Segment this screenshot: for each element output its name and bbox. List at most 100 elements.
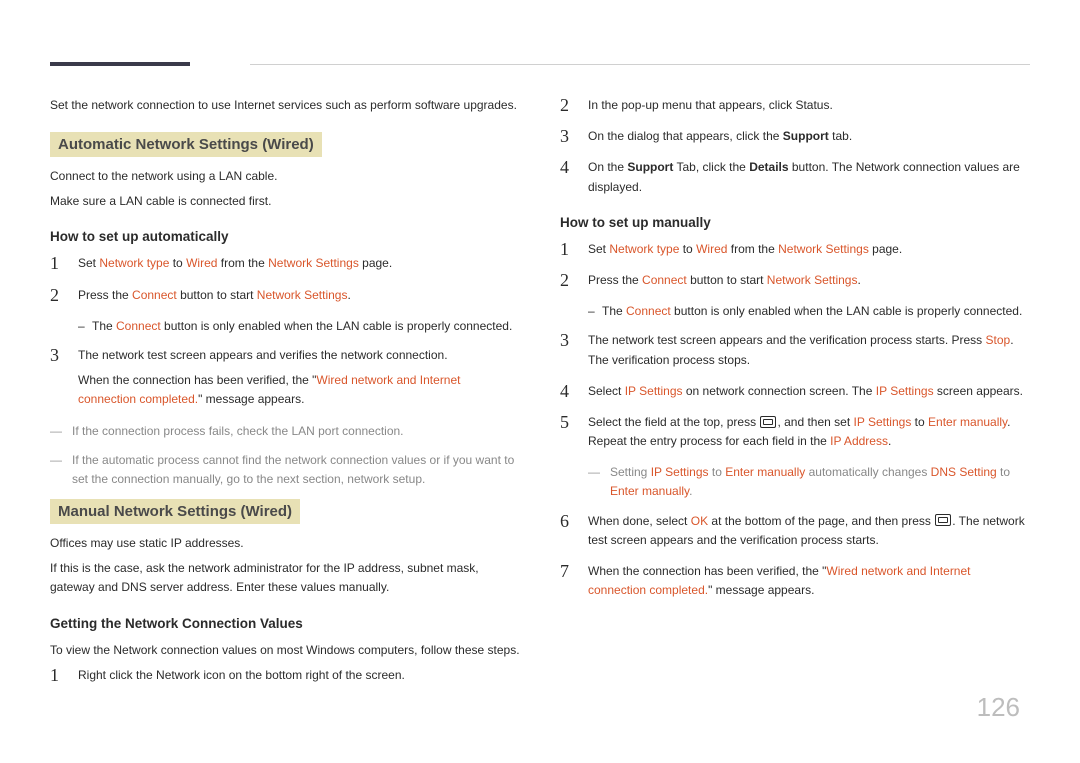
t: Press the: [78, 288, 132, 302]
t: The: [602, 304, 626, 318]
step-body: Set Network type to Wired from the Netwo…: [78, 254, 520, 273]
step-body: The network test screen appears and the …: [588, 331, 1030, 369]
t: to: [911, 415, 928, 429]
step-number: 7: [560, 562, 574, 580]
hl-ip-settings: IP Settings: [625, 384, 683, 398]
t: The network test screen appears and the …: [588, 333, 986, 347]
manual-step-1: 1 Set Network type to Wired from the Net…: [560, 240, 1030, 259]
get-values-intro: To view the Network connection values on…: [50, 641, 520, 660]
hl-network-type: Network type: [99, 256, 169, 270]
subhead-manual-setup: How to set up manually: [560, 215, 1030, 230]
manual-step-5: 5 Select the field at the top, press , a…: [560, 413, 1030, 451]
step-body: When the connection has been verified, t…: [588, 562, 1030, 600]
step-number: 3: [50, 346, 64, 364]
t: When the connection has been verified, t…: [78, 373, 316, 387]
t: , and then set: [777, 415, 853, 429]
hl-network-type: Network type: [609, 242, 679, 256]
bold-support: Support: [783, 129, 829, 143]
bold-support: Support: [627, 160, 673, 174]
manual-step-2-note: The Connect button is only enabled when …: [588, 302, 1030, 321]
left-column: Set the network connection to use Intern…: [50, 96, 520, 697]
t: " message appears.: [198, 392, 304, 406]
hl-ip-settings: IP Settings: [651, 465, 709, 479]
hl-enter-manually: Enter manually: [610, 484, 689, 498]
hl-wired: Wired: [186, 256, 217, 270]
hl-enter-manually: Enter manually: [928, 415, 1007, 429]
step-number: 4: [560, 158, 574, 176]
hl-dns-setting: DNS Setting: [931, 465, 997, 479]
manual-step-3: 3 The network test screen appears and th…: [560, 331, 1030, 369]
step-body: In the pop-up menu that appears, click S…: [588, 96, 1030, 115]
t: .: [347, 288, 350, 302]
t: button to start: [687, 273, 767, 287]
t: .: [689, 484, 692, 498]
right-column: 2 In the pop-up menu that appears, click…: [560, 96, 1030, 697]
hl-connect: Connect: [116, 319, 161, 333]
hl-ip-settings: IP Settings: [854, 415, 912, 429]
content-columns: Set the network connection to use Intern…: [50, 96, 1030, 697]
manual-p1: Offices may use static IP addresses.: [50, 534, 520, 553]
step-number: 2: [50, 286, 64, 304]
bold-details: Details: [749, 160, 788, 174]
step-body: Select the field at the top, press , and…: [588, 413, 1030, 451]
t: Set: [588, 242, 609, 256]
t: to: [169, 256, 186, 270]
t: from the: [727, 242, 778, 256]
hl-network-settings: Network Settings: [767, 273, 858, 287]
enter-button-icon: [935, 514, 951, 526]
t: button is only enabled when the LAN cabl…: [671, 304, 1023, 318]
t: Set: [78, 256, 99, 270]
t: button is only enabled when the LAN cabl…: [161, 319, 513, 333]
t: The network test screen appears and veri…: [78, 346, 520, 365]
auto-step-1: 1 Set Network type to Wired from the Net…: [50, 254, 520, 273]
step-number: 3: [560, 331, 574, 349]
hl-ok: OK: [691, 514, 708, 528]
auto-step-2: 2 Press the Connect button to start Netw…: [50, 286, 520, 305]
step-body: On the Support Tab, click the Details bu…: [588, 158, 1030, 196]
step-number: 4: [560, 382, 574, 400]
step-number: 3: [560, 127, 574, 145]
t: at the bottom of the page, and then pres…: [708, 514, 934, 528]
t: to: [679, 242, 696, 256]
t: When the connection has been verified, t…: [588, 564, 826, 578]
intro-text: Set the network connection to use Intern…: [50, 96, 520, 114]
hl-connect: Connect: [626, 304, 671, 318]
t: .: [888, 434, 891, 448]
heading-manual-network: Manual Network Settings (Wired): [50, 499, 300, 524]
step-number: 1: [560, 240, 574, 258]
step-body: Select IP Settings on network connection…: [588, 382, 1030, 401]
step-body: The network test screen appears and veri…: [78, 346, 520, 410]
hl-network-settings: Network Settings: [268, 256, 359, 270]
hl-network-settings: Network Settings: [257, 288, 348, 302]
step-number: 1: [50, 254, 64, 272]
t: On the: [588, 160, 627, 174]
hl-stop: Stop: [986, 333, 1011, 347]
t: .: [857, 273, 860, 287]
t: Select: [588, 384, 625, 398]
t: from the: [217, 256, 268, 270]
t: Tab, click the: [673, 160, 749, 174]
step-body: Right click the Network icon on the bott…: [78, 666, 520, 685]
step-body: When done, select OK at the bottom of th…: [588, 512, 1030, 550]
t: The: [92, 319, 116, 333]
t: When the connection has been verified, t…: [78, 371, 520, 409]
hl-network-settings: Network Settings: [778, 242, 869, 256]
hl-connect: Connect: [132, 288, 177, 302]
step-body: On the dialog that appears, click the Su…: [588, 127, 1030, 146]
auto-p2: Make sure a LAN cable is connected first…: [50, 192, 520, 211]
hl-connect: Connect: [642, 273, 687, 287]
auto-step-3: 3 The network test screen appears and ve…: [50, 346, 520, 410]
auto-tip-1: If the connection process fails, check t…: [50, 422, 520, 441]
getval-step-4: 4 On the Support Tab, click the Details …: [560, 158, 1030, 196]
t: Press the: [588, 273, 642, 287]
t: tab.: [829, 129, 852, 143]
t: page.: [869, 242, 902, 256]
manual-step-5-tip: Setting IP Settings to Enter manually au…: [588, 463, 1030, 501]
step-number: 2: [560, 96, 574, 114]
step-body: Press the Connect button to start Networ…: [78, 286, 520, 305]
manual-step-4: 4 Select IP Settings on network connecti…: [560, 382, 1030, 401]
step-number: 6: [560, 512, 574, 530]
manual-step-6: 6 When done, select OK at the bottom of …: [560, 512, 1030, 550]
step-body: Press the Connect button to start Networ…: [588, 271, 1030, 290]
step-number: 2: [560, 271, 574, 289]
